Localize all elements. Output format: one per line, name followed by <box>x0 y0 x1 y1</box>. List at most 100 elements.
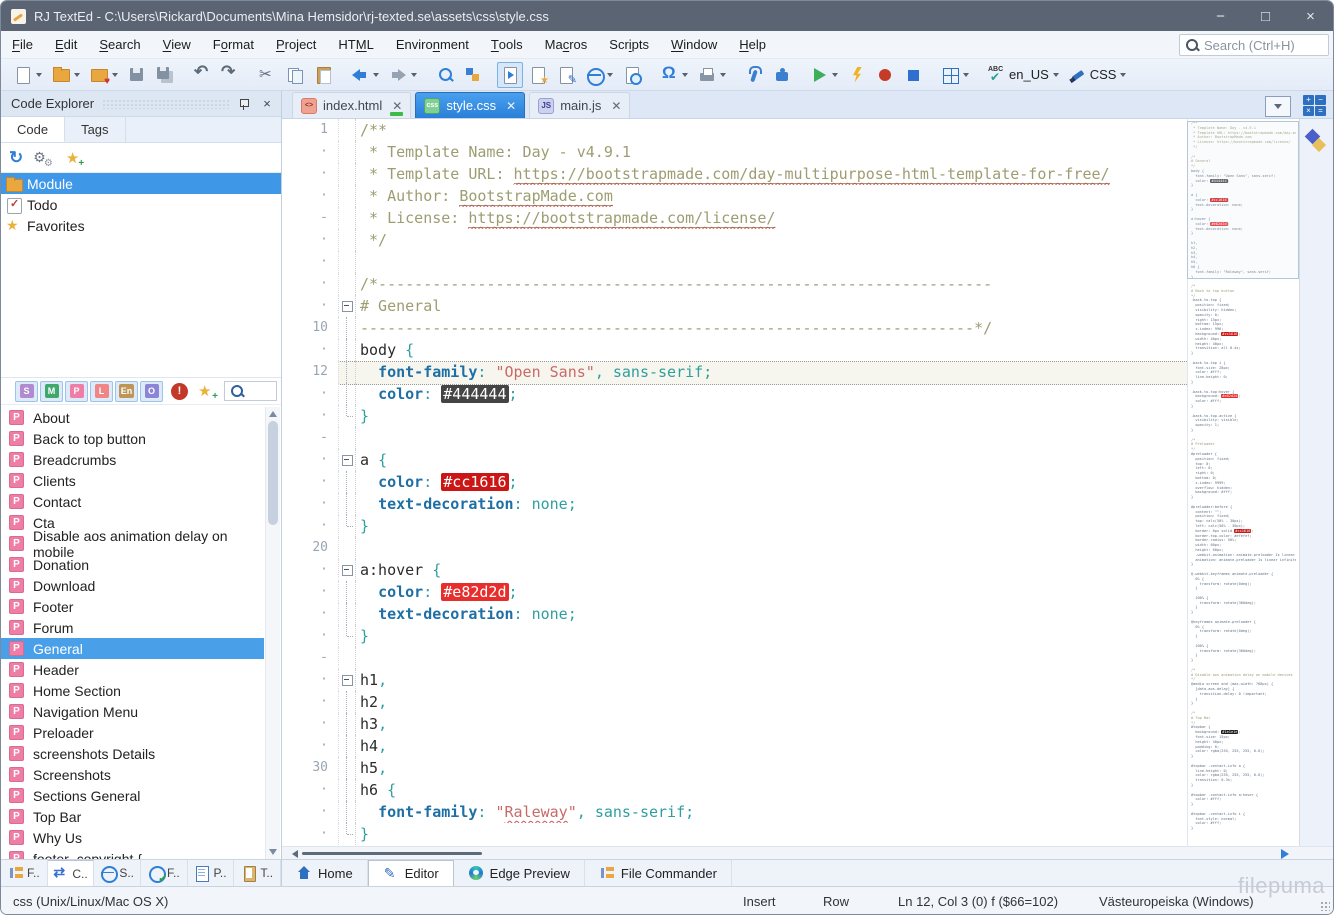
code-line[interactable]: · <box>282 251 1187 273</box>
list-search-input[interactable] <box>247 383 267 400</box>
list-search-box[interactable] <box>224 381 277 401</box>
close-button[interactable]: × <box>1288 1 1333 31</box>
hscroll-thumb[interactable] <box>302 852 482 855</box>
code-line[interactable]: ·h4, <box>282 735 1187 757</box>
list-item[interactable]: Pscreenshots Details <box>1 743 264 764</box>
close-panel-icon[interactable]: × <box>259 97 275 111</box>
view-tab-file-commander[interactable]: File Commander <box>585 860 732 886</box>
new-file-button[interactable] <box>10 62 46 88</box>
menu-view[interactable]: View <box>152 31 202 58</box>
fold-collapse-icon[interactable] <box>338 449 355 471</box>
preview-in-browser-button[interactable] <box>619 62 645 88</box>
menu-tools[interactable]: Tools <box>480 31 534 58</box>
close-tab-icon[interactable]: ✕ <box>392 99 402 113</box>
save-button[interactable] <box>124 62 150 88</box>
code-line[interactable]: ·} <box>282 823 1187 845</box>
browser-button[interactable] <box>581 62 617 88</box>
stop-button[interactable] <box>900 62 926 88</box>
menu-project[interactable]: Project <box>265 31 327 58</box>
code-line[interactable]: ·h3, <box>282 713 1187 735</box>
tree-item-todo[interactable]: Todo <box>1 194 281 215</box>
code-line[interactable]: · color: #444444; <box>282 383 1187 405</box>
quick-run-button[interactable] <box>844 62 870 88</box>
code-line[interactable]: ·h2, <box>282 691 1187 713</box>
code-line[interactable]: ·} <box>282 515 1187 537</box>
code-line[interactable]: · color: #cc1616; <box>282 471 1187 493</box>
section-list-scrollbar[interactable] <box>265 407 280 859</box>
code-line[interactable]: · * Template Name: Day - v4.9.1 <box>282 141 1187 163</box>
undo-button[interactable] <box>189 62 215 88</box>
fold-collapse-icon[interactable] <box>338 669 355 691</box>
code-line[interactable]: · color: #e82d2d; <box>282 581 1187 603</box>
list-item[interactable]: PFooter <box>1 596 264 617</box>
compare-button[interactable] <box>460 62 486 88</box>
list-item[interactable]: PSections General <box>1 785 264 806</box>
explorer-tab-code[interactable]: Code <box>1 117 65 142</box>
horizontal-scrollbar[interactable] <box>282 846 1334 859</box>
search-button[interactable] <box>432 62 458 88</box>
add-favorite-icon[interactable]: ★ <box>66 149 79 167</box>
insert-symbol-button[interactable] <box>656 62 692 88</box>
editor-tab-index-html[interactable]: <>index.html✕ <box>292 92 411 118</box>
highlighter-button[interactable]: CSS <box>1065 62 1131 88</box>
tree-item-module[interactable]: Module <box>1 173 281 194</box>
record-macro-button[interactable] <box>872 62 898 88</box>
menu-html[interactable]: HTML <box>327 31 384 58</box>
search-input[interactable] <box>1202 37 1320 54</box>
panel-tab-globe[interactable]: S.. <box>94 860 141 886</box>
list-item[interactable]: PPreloader <box>1 722 264 743</box>
code-line[interactable]: · */ <box>282 229 1187 251</box>
maximize-button[interactable]: □ <box>1243 1 1288 31</box>
list-item[interactable]: PContact <box>1 491 264 512</box>
code-line[interactable]: - <box>282 647 1187 669</box>
menu-edit[interactable]: Edit <box>44 31 88 58</box>
filter-s-button[interactable]: S <box>15 381 38 402</box>
list-item[interactable]: Pfooter .copyright { <box>1 848 264 859</box>
menu-window[interactable]: Window <box>660 31 728 58</box>
code-line[interactable]: 30h5, <box>282 757 1187 779</box>
favorite-filter-button[interactable]: ★ <box>198 382 218 400</box>
list-item[interactable]: PForum <box>1 617 264 638</box>
list-item[interactable]: PNavigation Menu <box>1 701 264 722</box>
alert-filter-button[interactable]: ! <box>171 383 188 400</box>
filter-en-button[interactable]: En <box>115 381 138 402</box>
document-star-button[interactable] <box>525 62 551 88</box>
open-file-button[interactable] <box>48 62 84 88</box>
code-line[interactable]: ·/*-------------------------------------… <box>282 273 1187 295</box>
code-line[interactable]: · * Template URL: https://bootstrapmade.… <box>282 163 1187 185</box>
fold-collapse-icon[interactable] <box>338 295 355 317</box>
editor-tab-style-css[interactable]: cssstyle.css✕ <box>415 92 525 118</box>
filter-o-button[interactable]: O <box>140 381 163 402</box>
code-line[interactable]: - * License: https://bootstrapmade.com/l… <box>282 207 1187 229</box>
menu-environment[interactable]: Environment <box>385 31 480 58</box>
save-all-button[interactable] <box>152 62 178 88</box>
list-item[interactable]: PTop Bar <box>1 806 264 827</box>
code-line[interactable]: - <box>282 427 1187 449</box>
settings-gears-icon[interactable]: ⚙ <box>33 149 46 166</box>
minimap[interactable]: /** * Template Name: Day - v4.9.1 * Temp… <box>1187 119 1299 846</box>
validate-document-button[interactable] <box>553 62 579 88</box>
window-layout-button[interactable] <box>937 62 973 88</box>
view-tab-home[interactable]: Home <box>282 860 368 886</box>
code-line[interactable]: ·a:hover { <box>282 559 1187 581</box>
tree-item-favorites[interactable]: Favorites <box>1 215 281 236</box>
code-line[interactable]: · text-decoration: none; <box>282 493 1187 515</box>
menu-search-box[interactable] <box>1179 34 1329 56</box>
filter-m-button[interactable]: M <box>40 381 63 402</box>
code-line[interactable]: · font-family: "Raleway", sans-serif; <box>282 801 1187 823</box>
view-tab-edge-preview[interactable]: Edge Preview <box>454 860 585 886</box>
scrollbar-thumb[interactable] <box>268 421 278 525</box>
menu-scripts[interactable]: Scripts <box>598 31 660 58</box>
navigate-back-button[interactable] <box>347 62 383 88</box>
code-line[interactable]: 12 font-family: "Open Sans", sans-serif; <box>282 361 1187 383</box>
resize-grip[interactable] <box>1320 901 1330 911</box>
list-item[interactable]: PBreadcrumbs <box>1 449 264 470</box>
code-line[interactable]: 1/** <box>282 119 1187 141</box>
list-item[interactable]: PScreenshots <box>1 764 264 785</box>
list-item[interactable]: PClients <box>1 470 264 491</box>
paste-button[interactable] <box>310 62 336 88</box>
theme-diamonds-icon[interactable] <box>1305 129 1331 155</box>
explorer-tab-tags[interactable]: Tags <box>65 117 125 142</box>
tab-list-dropdown[interactable] <box>1265 96 1291 117</box>
print-button[interactable] <box>694 62 730 88</box>
